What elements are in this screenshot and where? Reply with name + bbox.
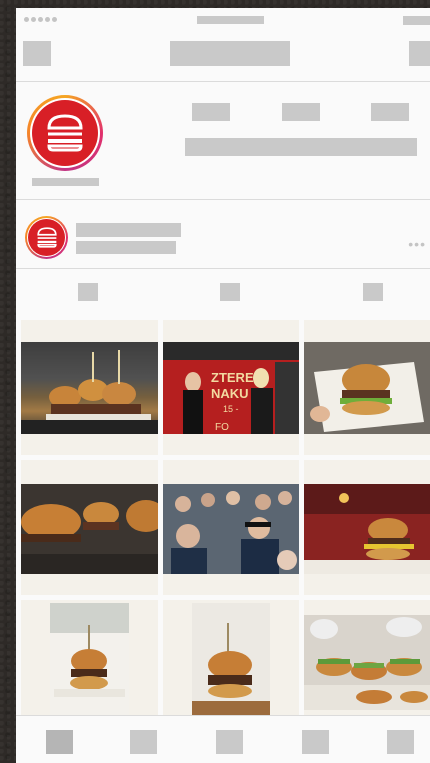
photo-tall-burger-slider[interactable] [21,600,158,720]
posts-count [192,103,230,121]
profile-divider [16,199,430,200]
author-subtitle [76,241,176,254]
author-avatar[interactable] [25,216,68,259]
photo-event-stage-presenters[interactable]: ZTEREM NAKU 15 - FO [163,320,299,455]
add-tab[interactable] [216,730,243,754]
photo-burgers-close-up[interactable] [21,460,158,595]
signal-icon [24,17,57,22]
list-view-tab[interactable] [220,283,240,301]
back-icon[interactable] [23,41,51,66]
more-dots-icon[interactable]: ••• [408,236,426,252]
phone-screen: ••• ZTEREM NAKU 15 - FO [16,8,430,763]
author-divider [16,268,430,269]
burger-logo-icon [32,100,98,166]
photo-festival-crowd[interactable] [163,460,299,595]
profile-avatar[interactable] [27,95,103,171]
search-tab[interactable] [130,730,157,754]
svg-text:NAKU: NAKU [211,386,249,401]
photo-burger-in-paper-wrap[interactable] [304,320,430,455]
followers-count[interactable] [282,103,320,121]
username-label [32,178,99,186]
page-title [170,41,290,66]
photo-burgers-being-prepared[interactable] [304,600,430,720]
profile-tab[interactable] [387,730,414,754]
following-count[interactable] [371,103,409,121]
menu-icon[interactable] [409,41,430,66]
header-divider [16,81,430,82]
svg-text:15 -: 15 - [223,404,239,414]
photo-burger-on-counter[interactable] [304,460,430,595]
home-tab[interactable] [46,730,73,754]
battery-icon [403,16,430,25]
grid-view-tab[interactable] [78,283,98,301]
bottom-tab-bar [16,715,430,763]
burger-logo-icon [28,219,65,256]
photo-burger-on-board[interactable] [163,600,299,720]
activity-tab[interactable] [302,730,329,754]
follow-button[interactable] [185,138,417,156]
svg-text:FO: FO [215,422,229,433]
tagged-tab[interactable] [363,283,383,301]
author-name[interactable] [76,223,181,237]
clock-placeholder [197,16,264,24]
photo-burger-sliders-on-tray[interactable] [21,320,158,455]
